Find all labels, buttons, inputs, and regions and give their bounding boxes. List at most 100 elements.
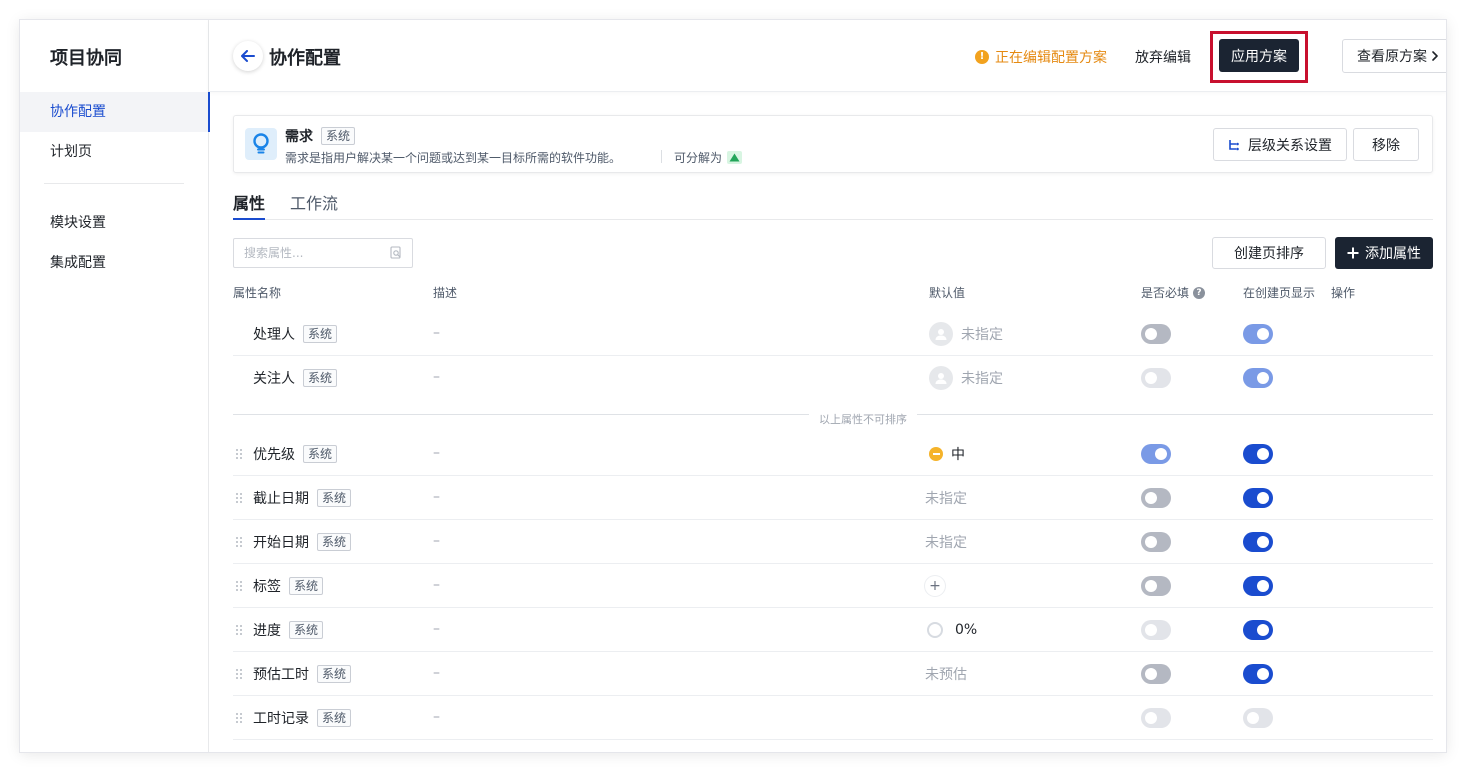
attr-default: 未指定 bbox=[925, 476, 967, 520]
column-header-show: 在创建页显示 bbox=[1243, 286, 1316, 300]
attr-default: 中 bbox=[929, 432, 965, 476]
attr-default: 0% bbox=[927, 608, 977, 652]
attr-desc: – bbox=[433, 665, 440, 681]
attr-name: 标签 bbox=[253, 579, 281, 595]
show-on-create-toggle bbox=[1243, 708, 1273, 728]
attr-name-cell: 进度 系统 bbox=[253, 620, 324, 640]
plus-icon bbox=[1347, 247, 1359, 259]
drag-handle-icon[interactable] bbox=[235, 492, 243, 504]
attr-default: + bbox=[925, 564, 945, 608]
show-on-create-toggle[interactable] bbox=[1243, 368, 1273, 388]
sidebar-item-integration-config[interactable]: 集成配置 bbox=[20, 243, 209, 283]
show-on-create-toggle[interactable] bbox=[1243, 444, 1273, 464]
drag-handle-icon[interactable] bbox=[235, 536, 243, 548]
required-toggle[interactable] bbox=[1141, 532, 1171, 552]
user-avatar-icon bbox=[929, 322, 953, 346]
column-header-required-label: 是否必填 bbox=[1141, 286, 1190, 300]
show-on-create-toggle[interactable] bbox=[1243, 620, 1273, 640]
help-icon[interactable]: ? bbox=[1193, 286, 1206, 299]
attr-name-cell: 关注人 系统 bbox=[253, 368, 338, 388]
show-on-create-toggle[interactable] bbox=[1243, 488, 1273, 508]
default-value: 未指定 bbox=[961, 327, 1003, 343]
editing-status: ! 正在编辑配置方案 bbox=[975, 47, 1107, 67]
show-on-create-toggle[interactable] bbox=[1243, 532, 1273, 552]
hierarchy-settings-button[interactable]: 层级关系设置 bbox=[1213, 128, 1347, 161]
sidebar-item-collab-config[interactable]: 协作配置 bbox=[20, 92, 210, 132]
show-on-create-toggle[interactable] bbox=[1243, 324, 1273, 344]
default-value: 未指定 bbox=[925, 491, 967, 507]
remove-button[interactable]: 移除 bbox=[1353, 128, 1419, 161]
required-toggle[interactable] bbox=[1141, 324, 1171, 344]
table-row: 进度 系统 – 0% bbox=[233, 608, 1433, 652]
task-type-icon bbox=[727, 151, 743, 164]
back-button[interactable] bbox=[233, 41, 263, 71]
attr-name: 进度 bbox=[253, 623, 281, 639]
drag-handle-icon[interactable] bbox=[235, 448, 243, 460]
attr-name-cell: 工时记录 系统 bbox=[253, 708, 352, 728]
table-row: 开始日期 系统 – 未指定 bbox=[233, 520, 1433, 564]
required-toggle[interactable] bbox=[1141, 664, 1171, 684]
system-tag: 系统 bbox=[317, 489, 352, 507]
required-toggle[interactable] bbox=[1141, 444, 1171, 464]
attr-default: 未指定 bbox=[929, 356, 1003, 400]
attr-name: 预估工时 bbox=[253, 667, 309, 683]
sidebar-item-plan-page[interactable]: 计划页 bbox=[20, 132, 209, 172]
drag-handle-icon[interactable] bbox=[235, 580, 243, 592]
required-toggle bbox=[1141, 368, 1171, 388]
table-row: 预估工时 系统 – 未预估 bbox=[233, 652, 1433, 696]
editing-status-text: 正在编辑配置方案 bbox=[995, 50, 1107, 66]
default-value: 未指定 bbox=[961, 371, 1003, 387]
attr-default: 未指定 bbox=[929, 312, 1003, 356]
attr-name: 关注人 bbox=[253, 371, 295, 387]
section-label: 以上属性不可排序 bbox=[20, 408, 1446, 427]
attr-name: 处理人 bbox=[253, 327, 295, 343]
arrow-left-icon bbox=[241, 50, 255, 62]
discard-edit-button[interactable]: 放弃编辑 bbox=[1135, 47, 1191, 67]
divider bbox=[661, 150, 662, 163]
search-input[interactable] bbox=[233, 238, 413, 268]
warning-icon: ! bbox=[975, 50, 989, 64]
column-header-actions: 操作 bbox=[1331, 286, 1356, 300]
sidebar-item-module-settings[interactable]: 模块设置 bbox=[20, 203, 209, 243]
required-toggle bbox=[1141, 708, 1171, 728]
attr-name: 优先级 bbox=[253, 447, 295, 463]
table-row: 处理人 系统 – 未指定 bbox=[233, 312, 1433, 356]
system-tag: 系统 bbox=[303, 369, 338, 387]
drag-handle-icon[interactable] bbox=[235, 624, 243, 636]
table-row: 截止日期 系统 – 未指定 bbox=[233, 476, 1433, 520]
apply-scheme-button[interactable]: 应用方案 bbox=[1219, 39, 1299, 72]
column-header-required: 是否必填 ? bbox=[1141, 284, 1206, 301]
add-tag-button[interactable]: + bbox=[925, 576, 945, 596]
show-on-create-toggle[interactable] bbox=[1243, 664, 1273, 684]
table-row: 标签 系统 – + bbox=[233, 564, 1433, 608]
tab-bar: 属性 工作流 bbox=[233, 190, 1433, 220]
show-on-create-toggle[interactable] bbox=[1243, 576, 1273, 596]
type-name: 需求 bbox=[285, 129, 313, 145]
column-header-desc: 描述 bbox=[433, 286, 458, 300]
page-header: 协作配置 ! 正在编辑配置方案 放弃编辑 应用方案 查看原方案 bbox=[209, 20, 1446, 92]
attr-name-cell: 优先级 系统 bbox=[253, 444, 338, 464]
tab-workflow[interactable]: 工作流 bbox=[290, 190, 338, 219]
app-title: 项目协同 bbox=[50, 48, 122, 69]
attr-desc: – bbox=[433, 709, 440, 725]
attr-name: 工时记录 bbox=[253, 711, 309, 727]
column-header-default: 默认值 bbox=[929, 286, 966, 300]
required-toggle bbox=[1141, 620, 1171, 640]
drag-handle-icon[interactable] bbox=[235, 668, 243, 680]
view-original-label: 查看原方案 bbox=[1357, 49, 1427, 65]
add-attribute-button[interactable]: 添加属性 bbox=[1335, 237, 1433, 269]
attr-default: 未预估 bbox=[925, 652, 967, 696]
view-original-button[interactable]: 查看原方案 bbox=[1342, 39, 1446, 73]
attr-default: 未指定 bbox=[925, 520, 967, 564]
tab-attributes[interactable]: 属性 bbox=[233, 190, 266, 220]
user-avatar-icon bbox=[929, 366, 953, 390]
attr-name-cell: 预估工时 系统 bbox=[253, 664, 352, 684]
required-toggle[interactable] bbox=[1141, 488, 1171, 508]
section-label-text: 以上属性不可排序 bbox=[809, 413, 917, 426]
drag-handle-icon[interactable] bbox=[235, 712, 243, 724]
attr-desc: – bbox=[433, 621, 440, 637]
create-page-sort-button[interactable]: 创建页排序 bbox=[1212, 237, 1326, 269]
default-value: 0% bbox=[955, 622, 978, 638]
required-toggle[interactable] bbox=[1141, 576, 1171, 596]
system-tag: 系统 bbox=[289, 621, 324, 639]
